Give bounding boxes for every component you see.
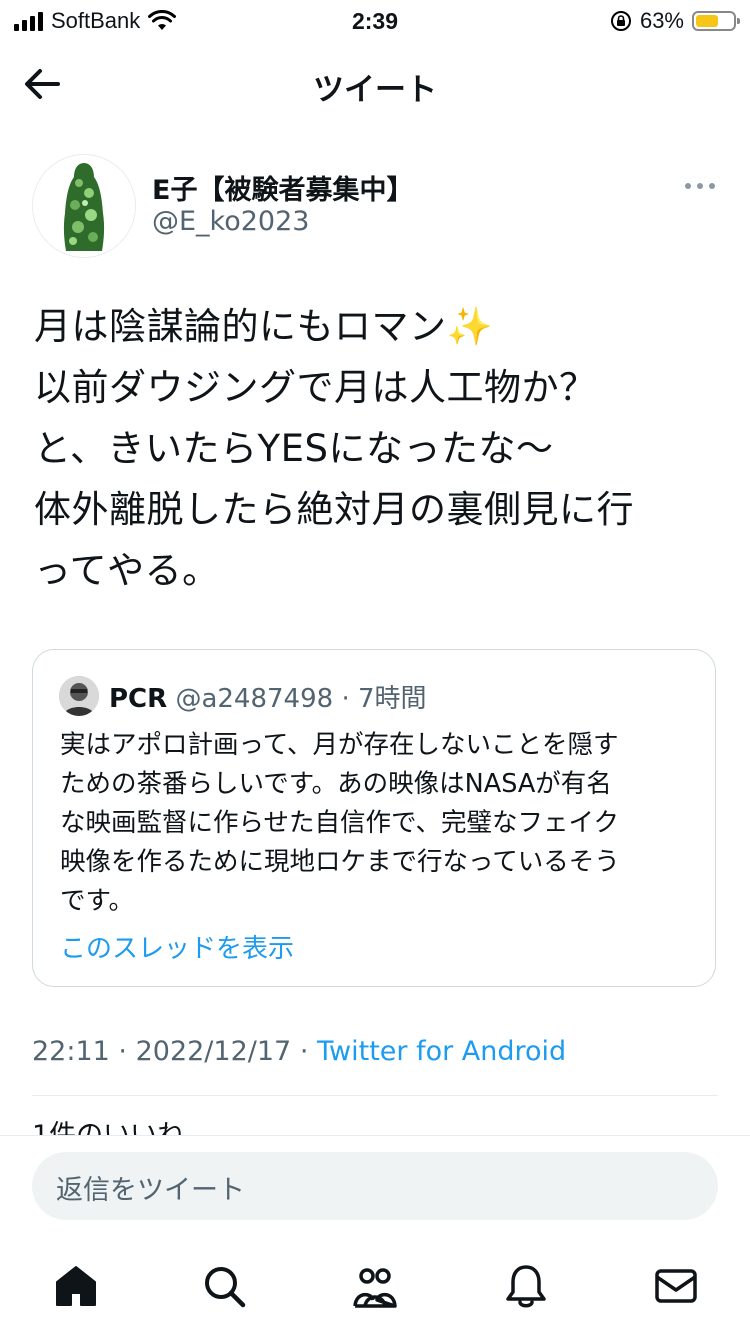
quoted-tweet[interactable]: PCR @a2487498 · 7時間 実はアポロ計画って、月が存在しないことを… — [32, 649, 716, 987]
tweet-source-link[interactable]: Twitter for Android — [317, 1036, 566, 1067]
divider — [32, 1095, 718, 1096]
more-options-icon[interactable] — [684, 176, 716, 196]
avatar[interactable] — [32, 154, 136, 258]
battery-percent: 63% — [639, 8, 684, 33]
home-icon[interactable] — [52, 1262, 100, 1310]
reply-placeholder: 返信をツイート — [56, 1175, 245, 1206]
divider — [0, 1135, 750, 1136]
meta-separator: · — [299, 1036, 309, 1067]
tweet-date: 2022/12/17 — [135, 1036, 292, 1067]
quoted-avatar — [59, 676, 99, 716]
author-name[interactable]: E子【被験者募集中】 — [152, 168, 413, 207]
tweet-time: 22:11 — [32, 1036, 110, 1067]
header: ツイート — [0, 44, 750, 124]
reply-input[interactable]: 返信をツイート — [32, 1152, 718, 1220]
search-icon[interactable] — [200, 1262, 248, 1310]
meta-separator: · — [118, 1036, 127, 1067]
communities-icon[interactable] — [351, 1262, 399, 1310]
notifications-icon[interactable] — [502, 1262, 550, 1310]
messages-icon[interactable] — [652, 1262, 700, 1310]
tweet-text: 月は陰謀論的にもロマン✨ 以前ダウジングで月は人工物か？ と、きいたらYESにな… — [34, 305, 634, 592]
quoted-header: PCR @a2487498 · 7時間 — [109, 678, 427, 715]
quoted-handle: @a2487498 — [175, 684, 334, 714]
quoted-text: 実はアポロ計画って、月が存在しないことを隠す ための茶番らしいです。あの映像はN… — [60, 730, 620, 916]
quoted-name: PCR — [109, 684, 168, 714]
avatar-image — [33, 155, 135, 257]
show-thread-link[interactable]: このスレッドを表示 — [60, 928, 294, 965]
status-bar: SoftBank 2:39 63% — [0, 0, 750, 44]
battery-icon — [692, 11, 740, 31]
author-handle[interactable]: @E_ko2023 — [152, 206, 309, 237]
status-right: 63% — [610, 8, 740, 34]
orientation-lock-icon — [610, 11, 631, 31]
tweet-timestamp: 22:11 · 2022/12/17 · Twitter for Android — [32, 1036, 566, 1067]
quoted-time: · 7時間 — [341, 684, 427, 714]
page-title: ツイート — [313, 72, 437, 108]
likes-count[interactable]: 1件のいいね — [32, 1118, 184, 1135]
